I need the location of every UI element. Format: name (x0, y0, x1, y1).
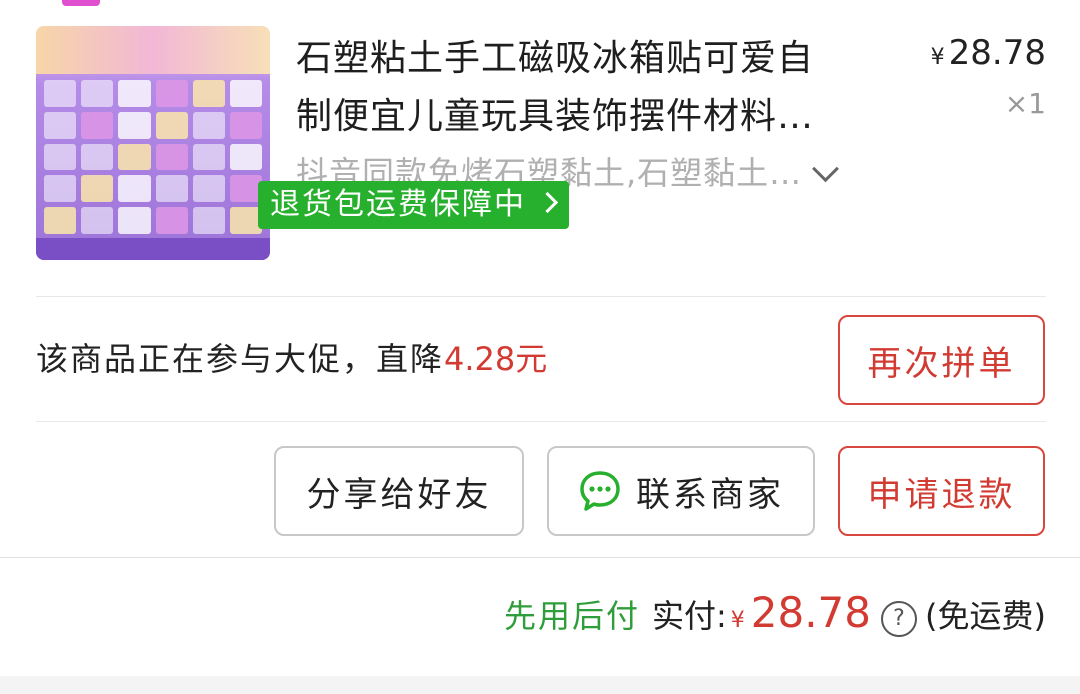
badge-label: 退货包运费保障中 (270, 187, 526, 222)
thumbnail-banner (36, 26, 270, 74)
contact-merchant-label: 联系商家 (636, 474, 784, 515)
pay-later-label[interactable]: 先用后付 (504, 591, 640, 637)
product-price: ¥28.78 (886, 26, 1046, 85)
chevron-down-icon (812, 155, 840, 183)
request-refund-button[interactable]: 申请退款 (838, 446, 1045, 536)
price-column: ¥28.78 ×1 (886, 26, 1046, 120)
help-icon[interactable]: ? (881, 600, 918, 637)
reorder-button[interactable]: 再次拼单 (838, 315, 1045, 405)
thumbnail-grid (44, 80, 262, 234)
order-product-card[interactable]: 石塑粘土手工磁吸冰箱贴可爱自 制便宜儿童玩具装饰摆件材料… ¥28.78 ×1 … (36, 26, 1046, 266)
promotion-notice: 该商品正在参与大促，直降4.28元 (36, 334, 547, 380)
product-title[interactable]: 石塑粘土手工磁吸冰箱贴可爱自 制便宜儿童玩具装饰摆件材料… (296, 30, 876, 146)
paid-label: 实付: (651, 597, 727, 635)
thumbnail-footer (36, 238, 270, 260)
divider (36, 421, 1046, 422)
divider (36, 296, 1046, 297)
price-currency: ¥ (930, 45, 945, 70)
bottom-separator-band (0, 676, 1080, 694)
product-title-line2: 制便宜儿童玩具装饰摆件材料… (296, 96, 815, 137)
share-to-friend-button[interactable]: 分享给好友 (274, 446, 524, 536)
contact-merchant-button[interactable]: 联系商家 (547, 446, 815, 536)
product-title-line1: 石塑粘土手工磁吸冰箱贴可爱自 (296, 38, 815, 79)
payment-summary: 先用后付 实付: ¥ 28.78 ? (免运费) (504, 588, 1046, 639)
return-shipping-guarantee-badge[interactable]: 退货包运费保障中 (258, 181, 569, 229)
product-thumbnail[interactable] (36, 26, 270, 260)
shipping-note: (免运费) (925, 597, 1046, 635)
total-currency: ¥ (730, 608, 745, 633)
top-tab-indicator (62, 0, 100, 6)
product-quantity: ×1 (1004, 87, 1046, 120)
promotion-amount: 4.28元 (444, 340, 548, 378)
price-value: 28.78 (948, 33, 1046, 73)
total-amount: 28.78 (750, 588, 872, 637)
promotion-text: 该商品正在参与大促，直降 (36, 340, 445, 378)
chat-bubble-icon (580, 471, 620, 511)
divider (0, 557, 1080, 558)
chevron-right-icon (536, 191, 558, 214)
